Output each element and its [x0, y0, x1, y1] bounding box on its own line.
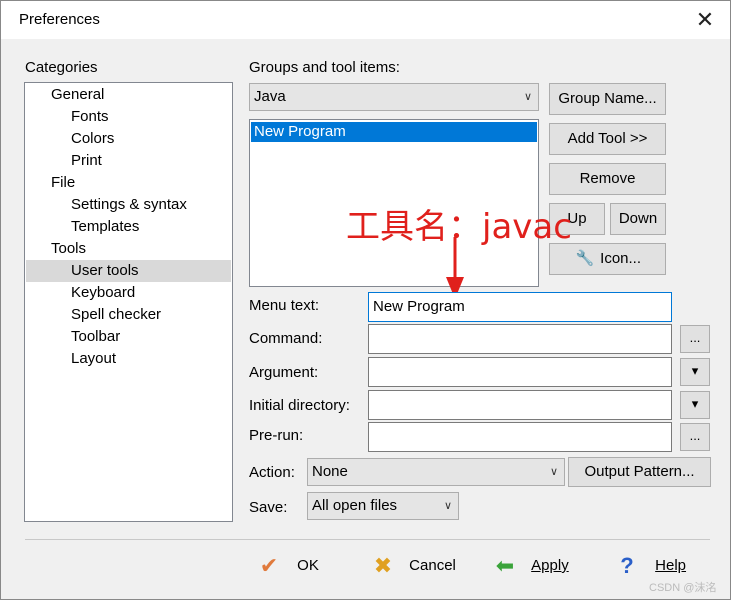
remove-button[interactable]: Remove	[549, 163, 666, 195]
tree-item-spell-checker[interactable]: Spell checker	[71, 304, 161, 326]
command-label: Command:	[249, 330, 323, 347]
initial-directory-input[interactable]	[368, 390, 672, 420]
save-select-value: All open files	[312, 497, 398, 514]
argument-label: Argument:	[249, 364, 319, 381]
group-select-value: Java	[254, 88, 286, 105]
icon-button-label: Icon...	[600, 250, 642, 267]
chevron-down-icon: ∨	[443, 500, 452, 512]
tool-item-new-program[interactable]: New Program	[251, 122, 537, 142]
title-bar: Preferences ✕	[1, 1, 730, 39]
pre-run-browse-button[interactable]: ...	[680, 423, 710, 451]
arrow-left-icon: ⬅	[495, 553, 515, 579]
tree-item-keyboard[interactable]: Keyboard	[71, 282, 135, 304]
argument-input[interactable]	[368, 357, 672, 387]
command-browse-button[interactable]: ...	[680, 325, 710, 353]
watermark: CSDN @沫洺	[649, 582, 717, 594]
close-button[interactable]: ✕	[690, 5, 720, 35]
chevron-down-icon: ∨	[549, 466, 558, 478]
action-select[interactable]: None ∨	[307, 458, 565, 486]
tree-item-general[interactable]: General	[51, 84, 104, 106]
window-title: Preferences	[19, 11, 100, 28]
down-button[interactable]: Down	[610, 203, 666, 235]
ok-label: OK	[297, 557, 319, 574]
action-select-value: None	[312, 463, 348, 480]
add-tool-button[interactable]: Add Tool >>	[549, 123, 666, 155]
cancel-button[interactable]: ✖ Cancel	[369, 551, 469, 581]
apply-label: Apply	[531, 557, 569, 574]
cancel-label: Cancel	[409, 557, 456, 574]
menu-text-input[interactable]: New Program	[368, 292, 672, 322]
ok-button[interactable]: ✔ OK	[255, 551, 335, 581]
tree-item-print[interactable]: Print	[71, 150, 102, 172]
tree-item-colors[interactable]: Colors	[71, 128, 114, 150]
argument-dropdown-button[interactable]: ▾	[680, 358, 710, 386]
tree-item-settings-syntax[interactable]: Settings & syntax	[71, 194, 187, 216]
action-label: Action:	[249, 464, 295, 481]
output-pattern-button[interactable]: Output Pattern...	[568, 457, 711, 487]
pre-run-input[interactable]	[368, 422, 672, 452]
categories-label: Categories	[25, 59, 98, 76]
chevron-down-icon: ∨	[523, 91, 532, 103]
pre-run-label: Pre-run:	[249, 427, 304, 444]
help-label: Help	[655, 557, 687, 574]
categories-tree[interactable]: General Fonts Colors Print File Settings…	[24, 82, 233, 522]
command-input[interactable]	[368, 324, 672, 354]
tree-item-file[interactable]: File	[51, 172, 75, 194]
tree-item-templates[interactable]: Templates	[71, 216, 139, 238]
tree-item-tools[interactable]: Tools	[51, 238, 86, 260]
preferences-dialog: Preferences ✕ Categories General Fonts C…	[0, 0, 731, 600]
tree-item-toolbar[interactable]: Toolbar	[71, 326, 120, 348]
initial-directory-label: Initial directory:	[249, 397, 350, 414]
apply-button[interactable]: ⬅ Apply	[491, 551, 581, 581]
group-select[interactable]: Java ∨	[249, 83, 539, 111]
help-button[interactable]: ? Help	[613, 551, 693, 581]
footer-divider	[25, 539, 710, 540]
group-name-button[interactable]: Group Name...	[549, 83, 666, 115]
tree-item-user-tools[interactable]: User tools	[26, 260, 231, 282]
initial-directory-dropdown-button[interactable]: ▾	[680, 391, 710, 419]
save-label: Save:	[249, 499, 288, 516]
question-icon: ?	[620, 553, 634, 579]
tree-item-layout[interactable]: Layout	[71, 348, 116, 370]
wrench-icon: 🔧	[575, 250, 595, 267]
check-icon: ✔	[259, 553, 279, 579]
groups-label: Groups and tool items:	[249, 59, 400, 76]
x-icon: ✖	[373, 553, 393, 579]
tree-item-fonts[interactable]: Fonts	[71, 106, 109, 128]
close-icon: ✕	[695, 7, 715, 32]
menu-text-label: Menu text:	[249, 297, 320, 314]
save-select[interactable]: All open files ∨	[307, 492, 459, 520]
